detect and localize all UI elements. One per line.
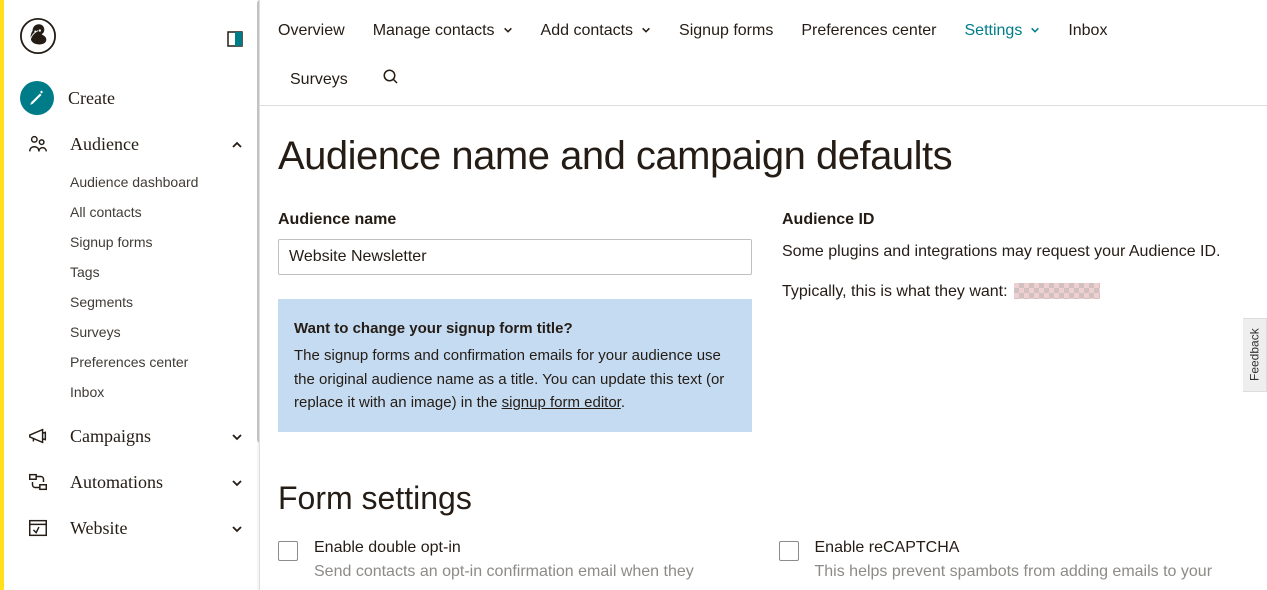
campaigns-icon [26, 425, 50, 447]
tab-label: Manage contacts [373, 22, 495, 40]
chevron-down-icon [231, 522, 243, 534]
audience-name-input[interactable] [278, 239, 752, 275]
chevron-down-icon [641, 22, 651, 40]
sidebar-item-segments[interactable]: Segments [70, 287, 259, 317]
section-label: Audience [70, 134, 231, 155]
create-label: Create [68, 88, 115, 109]
chevron-down-icon [231, 430, 243, 442]
form-settings-title: Form settings [278, 480, 1249, 517]
tab-label: Signup forms [679, 22, 773, 40]
audience-icon [26, 133, 50, 155]
chevron-down-icon [231, 476, 243, 488]
feedback-tab[interactable]: Feedback [1243, 318, 1267, 392]
sidebar-item-signup-forms[interactable]: Signup forms [70, 227, 259, 257]
audience-name-label: Audience name [278, 211, 752, 229]
audience-id-value-redacted [1014, 283, 1100, 299]
sidebar-item-all-contacts[interactable]: All contacts [70, 197, 259, 227]
tab-label: Settings [965, 22, 1023, 40]
website-icon [26, 517, 50, 539]
sidebar-item-inbox[interactable]: Inbox [70, 377, 259, 407]
sidebar-section-automations[interactable]: Automations [4, 459, 259, 505]
tab-overview[interactable]: Overview [278, 8, 359, 54]
sidebar-item-preferences-center[interactable]: Preferences center [70, 347, 259, 377]
tab-add-contacts[interactable]: Add contacts [541, 8, 666, 54]
tab-label: Preferences center [801, 22, 936, 40]
audience-id-label: Audience ID [782, 211, 1249, 229]
mailchimp-logo[interactable] [20, 18, 56, 59]
collapse-sidebar-icon[interactable] [227, 31, 243, 47]
audience-subitems: Audience dashboard All contacts Signup f… [4, 167, 259, 413]
sidebar-item-surveys[interactable]: Surveys [70, 317, 259, 347]
main-content: Overview Manage contacts Add contacts Si… [260, 0, 1267, 590]
tab-inbox[interactable]: Inbox [1068, 8, 1121, 54]
section-label: Automations [70, 472, 231, 493]
tab-signup-forms[interactable]: Signup forms [679, 8, 787, 54]
info-box-title: Want to change your signup form title? [294, 317, 736, 340]
create-button[interactable]: Create [4, 75, 259, 121]
info-box: Want to change your signup form title? T… [278, 299, 752, 432]
tab-surveys[interactable]: Surveys [290, 57, 362, 103]
search-icon [382, 68, 400, 91]
recaptcha-label: Enable reCAPTCHA [815, 539, 1213, 557]
chevron-down-icon [503, 22, 513, 40]
double-opt-in-checkbox[interactable] [278, 541, 298, 561]
pencil-icon [20, 81, 54, 115]
tab-label: Overview [278, 22, 345, 40]
sidebar-item-tags[interactable]: Tags [70, 257, 259, 287]
section-label: Website [70, 518, 231, 539]
signup-form-editor-link[interactable]: signup form editor [502, 394, 621, 411]
sidebar-item-audience-dashboard[interactable]: Audience dashboard [70, 167, 259, 197]
tab-bar: Overview Manage contacts Add contacts Si… [260, 0, 1267, 106]
tab-settings[interactable]: Settings [965, 8, 1055, 54]
automations-icon [26, 471, 50, 493]
recaptcha-desc: This helps prevent spambots from adding … [815, 563, 1213, 581]
search-button[interactable] [376, 54, 414, 105]
info-box-suffix: . [621, 394, 625, 411]
sidebar-section-audience[interactable]: Audience [4, 121, 259, 167]
double-opt-in-desc: Send contacts an opt-in confirmation ema… [314, 563, 694, 581]
recaptcha-checkbox[interactable] [779, 541, 799, 561]
audience-id-desc: Some plugins and integrations may reques… [782, 239, 1249, 265]
tab-preferences-center[interactable]: Preferences center [801, 8, 950, 54]
tab-label: Add contacts [541, 22, 634, 40]
tab-label: Inbox [1068, 22, 1107, 40]
chevron-up-icon [231, 138, 243, 150]
sidebar-section-website[interactable]: Website [4, 505, 259, 551]
sidebar-section-campaigns[interactable]: Campaigns [4, 413, 259, 459]
tab-manage-contacts[interactable]: Manage contacts [373, 8, 527, 54]
sidebar: Create Audience Audience dashboard All c… [4, 0, 260, 590]
section-label: Campaigns [70, 426, 231, 447]
chevron-down-icon [1030, 22, 1040, 40]
double-opt-in-label: Enable double opt-in [314, 539, 694, 557]
audience-id-prompt: Typically, this is what they want: [782, 279, 1008, 305]
page-title: Audience name and campaign defaults [278, 134, 1249, 179]
tab-label: Surveys [290, 71, 348, 89]
